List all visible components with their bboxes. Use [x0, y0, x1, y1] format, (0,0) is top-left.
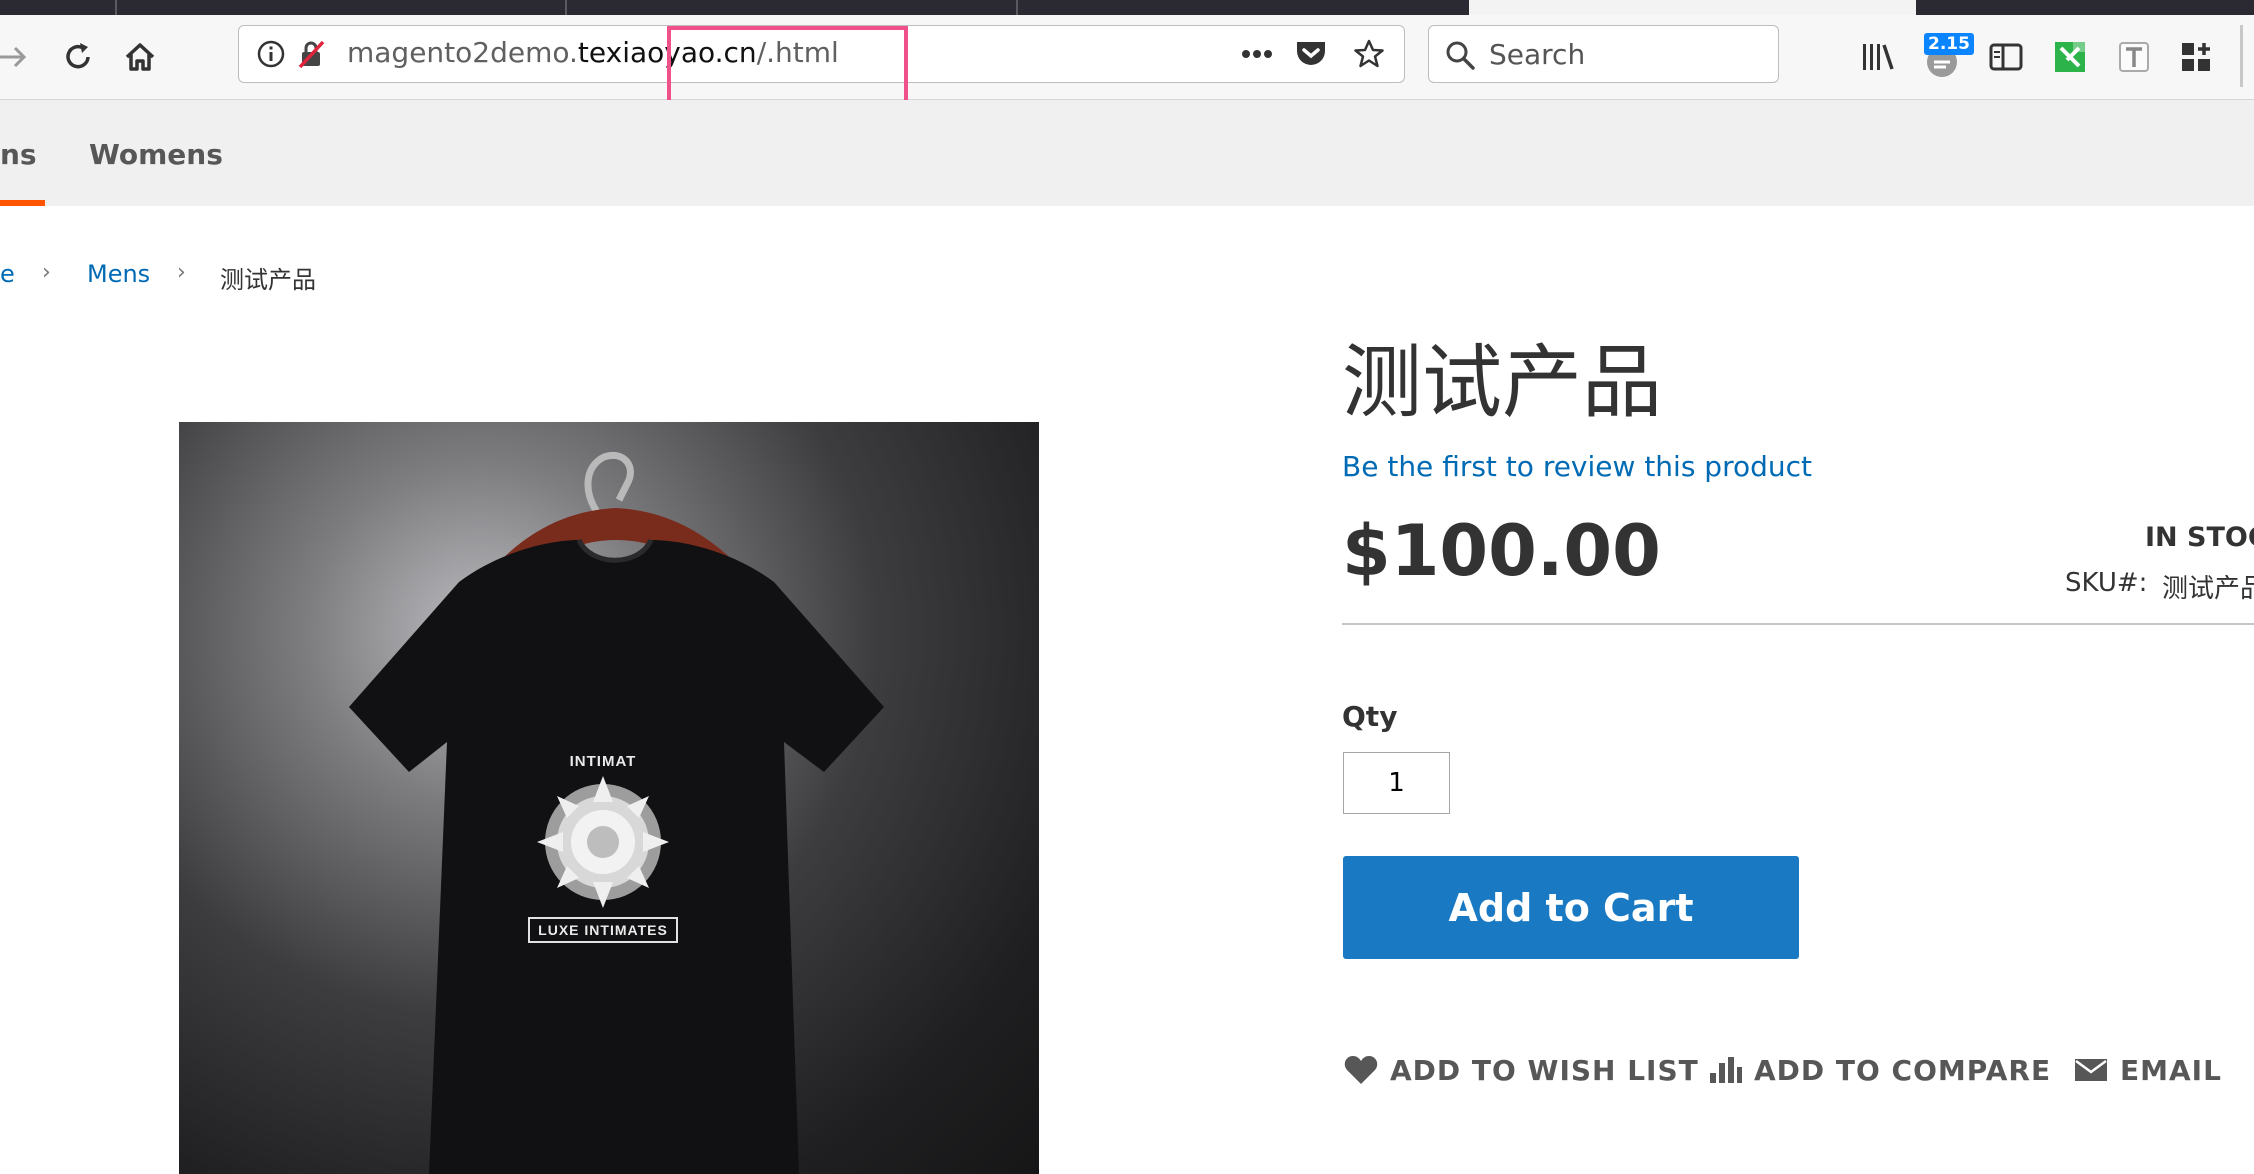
browser-tab-strip	[0, 0, 2254, 15]
tab-separator	[115, 0, 117, 15]
sku-value: 测试产品	[2162, 574, 2254, 604]
add-to-compare-label: ADD TO COMPARE	[1754, 1053, 2052, 1087]
email-link[interactable]: EMAIL	[2074, 1052, 2222, 1088]
breadcrumb-chevron-icon: ›	[42, 260, 51, 285]
page-actions-icon[interactable]	[1239, 38, 1275, 70]
compare-chart-icon	[1710, 1057, 1742, 1083]
qty-label: Qty	[1342, 700, 1398, 733]
category-nav: ns Womens	[0, 100, 2254, 206]
breadcrumb-current: 测试产品	[220, 266, 316, 294]
price-divider	[1342, 623, 2254, 625]
heart-icon	[1344, 1056, 1378, 1084]
extension-badge-count: 2.15	[1924, 33, 1974, 55]
reload-icon[interactable]	[58, 37, 98, 77]
extension-badge-icon[interactable]: 2.15	[1920, 33, 1974, 81]
forward-icon[interactable]	[0, 37, 30, 77]
green-extension-icon[interactable]	[2050, 37, 2090, 77]
stock-status: IN STOC	[2145, 522, 2254, 553]
page-title: 测试产品	[1342, 336, 1662, 429]
add-to-cart-button[interactable]: Add to Cart	[1343, 856, 1799, 959]
home-icon[interactable]	[120, 37, 160, 77]
add-to-wishlist-label: ADD TO WISH LIST	[1390, 1053, 1699, 1087]
pocket-icon[interactable]	[1293, 38, 1329, 70]
grid-extension-icon[interactable]	[2176, 37, 2216, 77]
shirt-print-bottom-text: LUXE INTIMATES	[538, 922, 668, 938]
review-link[interactable]: Be the first to review this product	[1342, 450, 1812, 483]
nav-active-underline	[0, 200, 45, 206]
breadcrumb-chevron-icon: ›	[177, 260, 186, 285]
email-label: EMAIL	[2120, 1053, 2222, 1087]
breadcrumb-mens[interactable]: Mens	[87, 260, 150, 288]
search-icon	[1443, 38, 1477, 72]
library-icon[interactable]	[1858, 37, 1898, 77]
toolbar-divider	[2240, 25, 2243, 87]
sku-label: SKU#:	[2065, 568, 2148, 598]
active-tab[interactable]	[1469, 0, 1916, 15]
search-input[interactable]	[1489, 36, 1759, 72]
info-icon[interactable]	[255, 38, 287, 70]
text-extension-icon[interactable]	[2114, 37, 2154, 77]
nav-item-womens[interactable]: Womens	[89, 138, 223, 171]
search-bar[interactable]	[1428, 25, 1779, 83]
shirt-print-top-text: INTIMAT	[570, 753, 637, 770]
insecure-lock-icon[interactable]	[295, 38, 327, 70]
tab-separator	[1016, 0, 1018, 15]
add-to-wishlist-link[interactable]: ADD TO WISH LIST	[1344, 1052, 1699, 1088]
tab-separator	[565, 0, 567, 15]
breadcrumb-home[interactable]: e	[0, 260, 15, 288]
tshirt-illustration: INTIMAT LUXE INTIMATES	[349, 451, 884, 1174]
url-prefix: magento2demo.	[347, 36, 578, 69]
envelope-icon	[2075, 1059, 2107, 1081]
product-image[interactable]: INTIMAT LUXE INTIMATES	[179, 422, 1039, 1174]
sidebar-icon[interactable]	[1986, 37, 2026, 77]
add-to-compare-link[interactable]: ADD TO COMPARE	[1708, 1052, 2051, 1088]
product-price: $100.00	[1342, 510, 1661, 592]
qty-input[interactable]	[1343, 752, 1450, 814]
hanger-hook	[584, 451, 634, 514]
nav-item-mens[interactable]: ns	[0, 138, 37, 171]
bookmark-star-icon[interactable]	[1351, 38, 1387, 70]
browser-toolbar: magento2demo.texiaoyao.cn/.html 2.15	[0, 15, 2254, 100]
